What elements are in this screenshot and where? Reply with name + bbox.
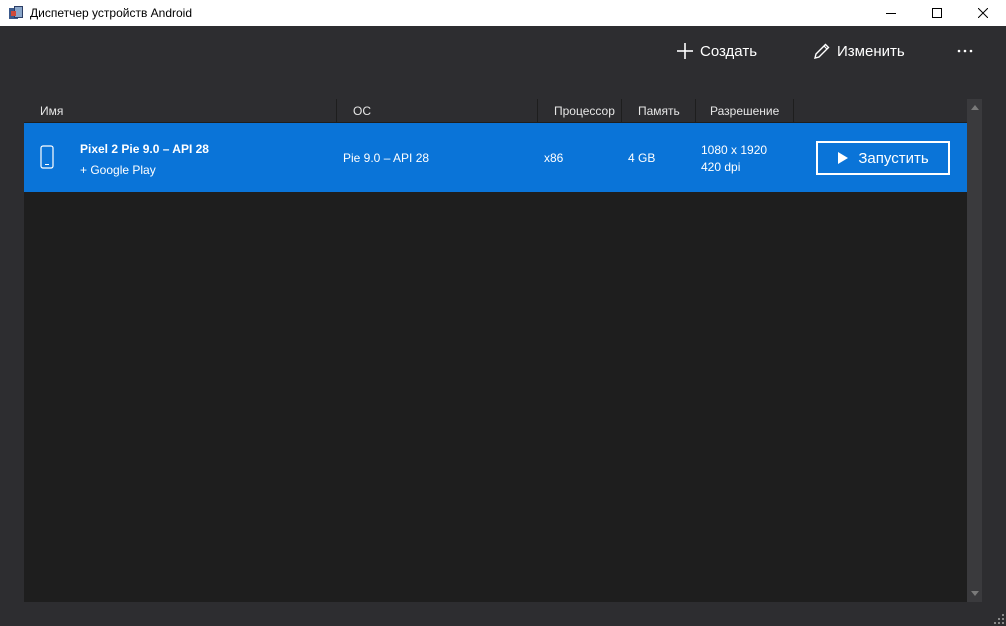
maximize-icon — [932, 8, 942, 18]
app-icon — [9, 6, 23, 20]
device-cpu: x86 — [544, 151, 564, 165]
minimize-button[interactable] — [868, 0, 914, 26]
column-header-resolution[interactable]: Разрешение — [696, 99, 794, 122]
device-os: Pie 9.0 – API 28 — [343, 151, 430, 165]
launch-button-label: Запустить — [858, 149, 929, 167]
column-header-name[interactable]: Имя — [24, 99, 337, 122]
chevron-down-icon — [970, 591, 979, 596]
device-subtitle: + Google Play — [80, 163, 156, 177]
create-button[interactable]: Создать — [676, 26, 757, 76]
window-title: Диспетчер устройств Android — [30, 6, 193, 20]
device-list: Имя ОС Процессор Память Разрешение Pixel… — [24, 99, 982, 602]
maximize-button[interactable] — [914, 0, 960, 26]
more-dots-icon — [957, 49, 973, 53]
close-icon — [978, 8, 988, 18]
column-header-memory[interactable]: Память — [622, 99, 696, 122]
pencil-icon — [814, 43, 830, 59]
resize-grip-icon[interactable] — [994, 614, 1004, 624]
device-resolution: 1080 x 1920 — [701, 143, 768, 157]
title-bar: Диспетчер устройств Android — [0, 0, 1006, 26]
column-header-cpu[interactable]: Процессор — [538, 99, 622, 122]
window-controls — [868, 0, 1006, 26]
column-header-os[interactable]: ОС — [337, 99, 538, 122]
minimize-icon — [886, 13, 896, 14]
phone-icon — [40, 145, 54, 169]
device-memory: 4 GB — [628, 151, 656, 165]
create-button-label: Создать — [700, 42, 758, 60]
table-row[interactable]: Pixel 2 Pie 9.0 – API 28 + Google Play P… — [24, 123, 967, 192]
edit-button-label: Изменить — [837, 42, 905, 60]
chevron-up-icon — [970, 105, 979, 110]
play-icon — [838, 152, 849, 164]
toolbar: Создать Изменить — [0, 26, 1006, 76]
plus-icon — [677, 43, 693, 59]
table-header: Имя ОС Процессор Память Разрешение — [24, 99, 967, 122]
close-button[interactable] — [960, 0, 1006, 26]
device-name: Pixel 2 Pie 9.0 – API 28 — [80, 142, 209, 156]
scroll-up-button[interactable] — [967, 99, 982, 116]
vertical-scrollbar[interactable] — [967, 99, 982, 602]
more-button[interactable] — [955, 26, 975, 76]
launch-button[interactable]: Запустить — [816, 141, 950, 175]
scroll-down-button[interactable] — [967, 585, 982, 602]
edit-button[interactable]: Изменить — [813, 26, 905, 76]
device-density: 420 dpi — [701, 160, 741, 174]
